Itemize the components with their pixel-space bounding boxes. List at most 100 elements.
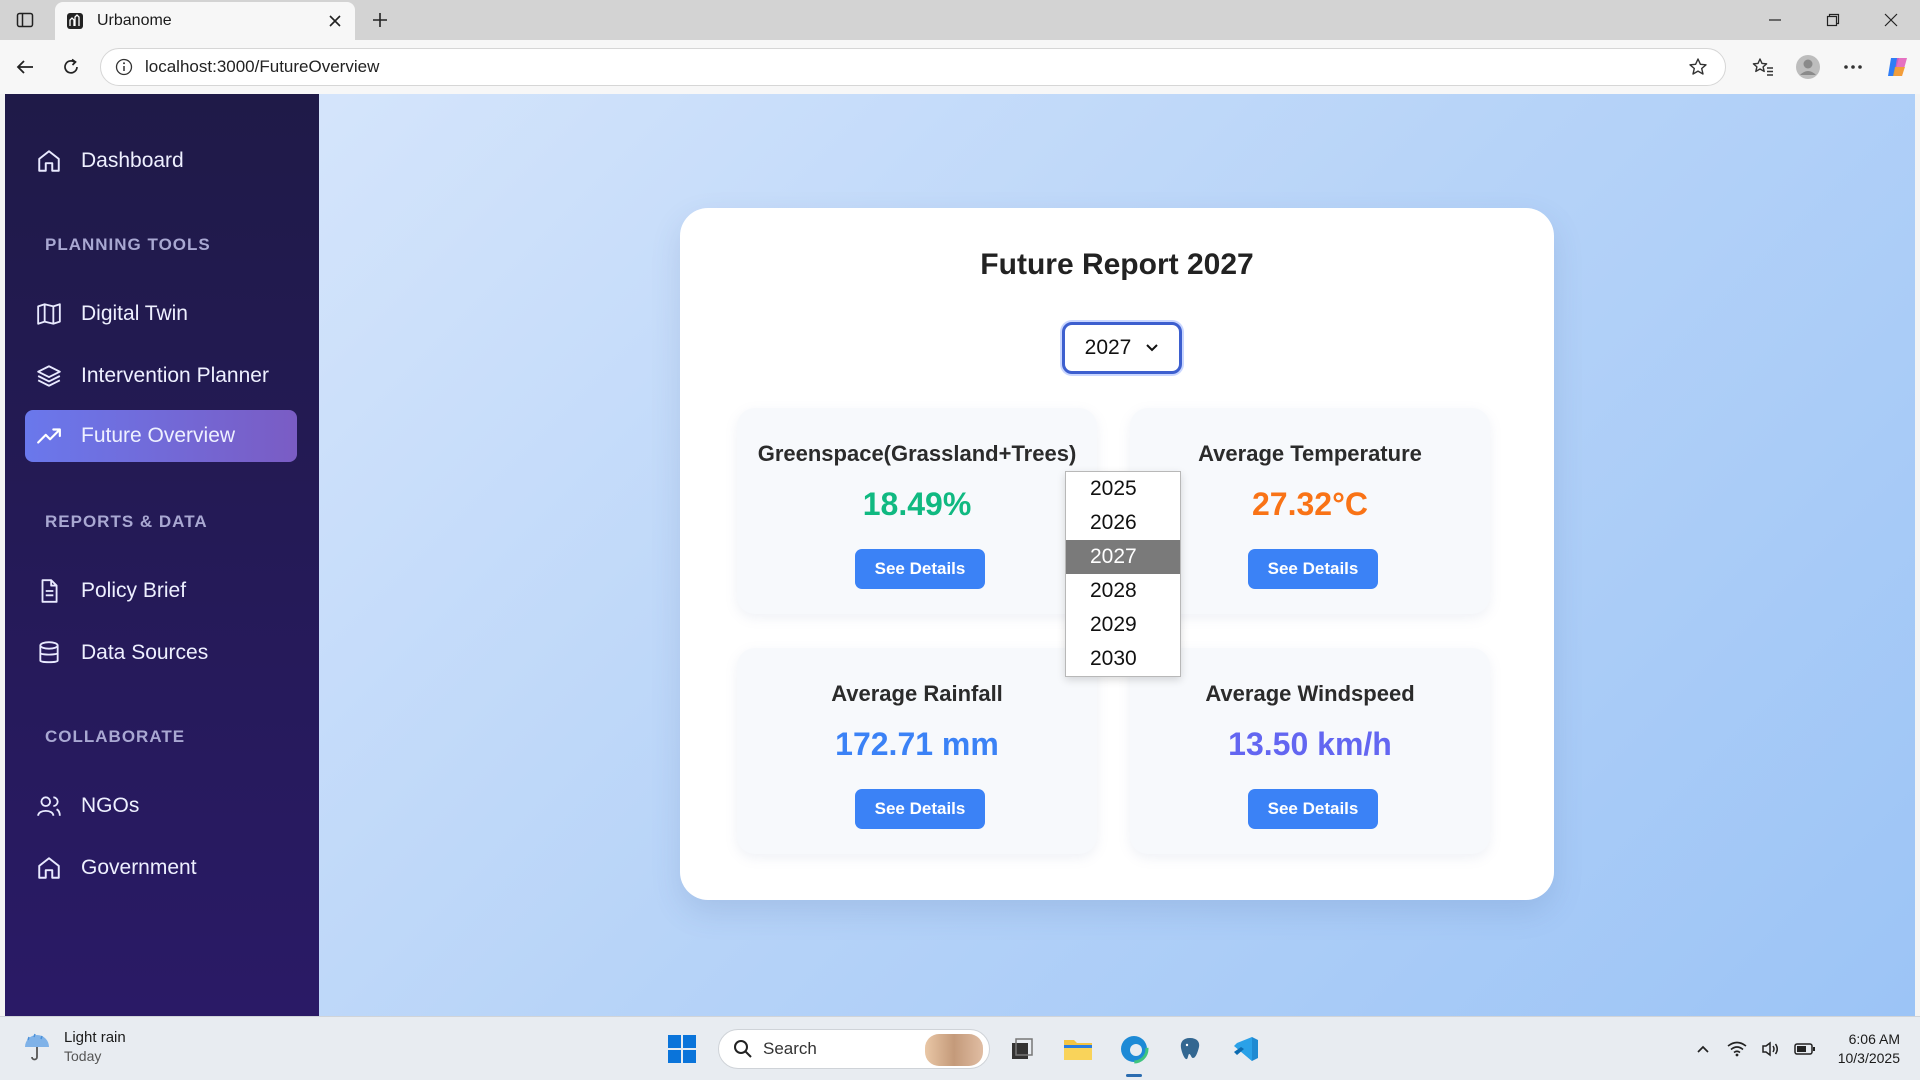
toolbar-right [1740, 46, 1920, 88]
sidebar-item-label: Dashboard [81, 149, 184, 172]
see-details-button[interactable]: See Details [1248, 549, 1378, 589]
vscode-icon[interactable] [1222, 1025, 1270, 1073]
see-details-button[interactable]: See Details [855, 789, 985, 829]
metric-value: 172.71 mm [835, 726, 999, 762]
app-page: Dashboard PLANNING TOOLS Digital Twin In… [5, 94, 1915, 1016]
metric-card-rainfall: Average Rainfall 172.71 mm See Details [737, 648, 1097, 854]
sidebar-item-label: Digital Twin [81, 302, 188, 325]
sidebar-item-ngos[interactable]: NGOs [25, 780, 297, 832]
sidebar: Dashboard PLANNING TOOLS Digital Twin In… [5, 94, 319, 1016]
weather-condition: Light rain [64, 1029, 126, 1046]
refresh-icon[interactable] [48, 47, 94, 87]
clock-time: 6:06 AM [1848, 1031, 1900, 1047]
sidebar-item-label: Policy Brief [81, 579, 187, 602]
metric-value: 27.32°C [1252, 486, 1368, 522]
umbrella-rain-icon [20, 1030, 54, 1064]
weather-text: Light rain Today [64, 1029, 126, 1064]
sidebar-item-label: Intervention Planner [81, 364, 269, 387]
favorites-icon[interactable] [1740, 46, 1785, 88]
year-select[interactable]: 2027 [1062, 322, 1182, 374]
metric-value: 13.50 km/h [1228, 726, 1392, 762]
year-option-2030[interactable]: 2030 [1066, 642, 1180, 676]
address-bar[interactable]: localhost:3000/FutureOverview [100, 48, 1726, 86]
search-highlight-image [925, 1034, 983, 1066]
year-dropdown-list: 2025 2026 2027 2028 2029 2030 [1065, 471, 1181, 677]
close-tab-icon[interactable] [325, 11, 345, 31]
windows-start-icon[interactable] [660, 1027, 704, 1071]
selected-year: 2027 [1084, 336, 1132, 359]
system-clock[interactable]: 6:06 AM 10/3/2025 [1838, 1030, 1900, 1068]
see-details-button[interactable]: See Details [855, 549, 985, 589]
volume-icon[interactable] [1756, 1034, 1786, 1064]
chevron-up-icon[interactable] [1688, 1034, 1718, 1064]
layers-icon [35, 362, 63, 390]
metric-card-greenspace: Greenspace(Grassland+Trees) 18.49% See D… [737, 408, 1097, 614]
clock-date: 10/3/2025 [1837, 1050, 1900, 1066]
wifi-icon[interactable] [1722, 1034, 1752, 1064]
window-controls [1746, 0, 1920, 40]
metric-label: Average Windspeed [1205, 681, 1415, 706]
metric-card-windspeed: Average Windspeed 13.50 km/h See Details [1130, 648, 1490, 854]
taskbar-search-box[interactable]: Search [718, 1029, 990, 1069]
year-option-2025[interactable]: 2025 [1066, 472, 1180, 506]
sidebar-item-label: Government [81, 856, 197, 879]
sidebar-item-label: Data Sources [81, 641, 209, 664]
system-tray: 6:06 AM 10/3/2025 [1684, 1027, 1900, 1071]
search-placeholder: Search [763, 1039, 817, 1058]
sidebar-item-dashboard[interactable]: Dashboard [25, 135, 297, 187]
database-icon [35, 639, 63, 667]
weather-day: Today [64, 1048, 102, 1064]
more-options-icon[interactable] [1830, 46, 1875, 88]
year-option-2026[interactable]: 2026 [1066, 506, 1180, 540]
sidebar-item-digital-twin[interactable]: Digital Twin [25, 288, 297, 340]
browser-toolbar: localhost:3000/FutureOverview [0, 40, 1920, 94]
minimize-icon[interactable] [1746, 0, 1804, 40]
sidebar-item-government[interactable]: Government [25, 842, 297, 894]
file-explorer-icon[interactable] [1054, 1025, 1102, 1073]
document-icon [35, 577, 63, 605]
section-heading-collaborate: COLLABORATE [45, 727, 186, 746]
see-details-button[interactable]: See Details [1248, 789, 1378, 829]
metric-value: 18.49% [862, 486, 972, 522]
building-icon [35, 854, 63, 882]
sidebar-toggle-icon[interactable] [0, 0, 50, 40]
sidebar-item-policy-brief[interactable]: Policy Brief [25, 565, 297, 617]
taskbar-center: Search [660, 1025, 1270, 1077]
metric-card-temperature: Average Temperature 27.32°C See Details [1130, 408, 1490, 614]
site-favicon-icon [65, 11, 85, 31]
sidebar-item-intervention-planner[interactable]: Intervention Planner [25, 350, 297, 402]
sidebar-item-label: Future Overview [81, 424, 236, 447]
edge-browser-icon[interactable] [1110, 1025, 1158, 1077]
close-window-icon[interactable] [1862, 0, 1920, 40]
section-heading-planning-tools: PLANNING TOOLS [45, 235, 211, 254]
taskbar: Light rain Today Search 6:06 AM 10/3/202… [0, 1016, 1920, 1080]
section-heading-reports-data: REPORTS & DATA [45, 512, 208, 531]
metric-label: Average Temperature [1198, 441, 1422, 466]
metric-label: Average Rainfall [831, 681, 1003, 706]
browser-tab-bar: Urbanome [0, 0, 1920, 40]
site-info-icon[interactable] [113, 56, 135, 78]
metric-label: Greenspace(Grassland+Trees) [757, 441, 1077, 466]
year-option-2027[interactable]: 2027 [1066, 540, 1180, 574]
sidebar-item-data-sources[interactable]: Data Sources [25, 627, 297, 679]
year-option-2029[interactable]: 2029 [1066, 608, 1180, 642]
year-option-2028[interactable]: 2028 [1066, 574, 1180, 608]
new-tab-icon[interactable] [364, 4, 396, 36]
profile-avatar-icon[interactable] [1785, 46, 1830, 88]
sidebar-item-future-overview[interactable]: Future Overview [25, 410, 297, 462]
weather-widget[interactable]: Light rain Today [20, 1029, 126, 1064]
restore-icon[interactable] [1804, 0, 1862, 40]
chevron-down-icon [1145, 343, 1159, 353]
page-title: Future Report 2027 [980, 248, 1254, 281]
copilot-icon[interactable] [1875, 46, 1920, 88]
home-icon [35, 147, 63, 175]
users-icon [35, 792, 63, 820]
trending-up-icon [35, 422, 63, 450]
postgresql-icon[interactable] [1166, 1025, 1214, 1073]
battery-icon[interactable] [1790, 1034, 1820, 1064]
search-icon [734, 1040, 752, 1058]
browser-tab[interactable]: Urbanome [55, 2, 355, 40]
favorite-star-icon[interactable] [1683, 57, 1713, 77]
task-view-icon[interactable] [998, 1025, 1046, 1073]
back-icon[interactable] [2, 47, 48, 87]
